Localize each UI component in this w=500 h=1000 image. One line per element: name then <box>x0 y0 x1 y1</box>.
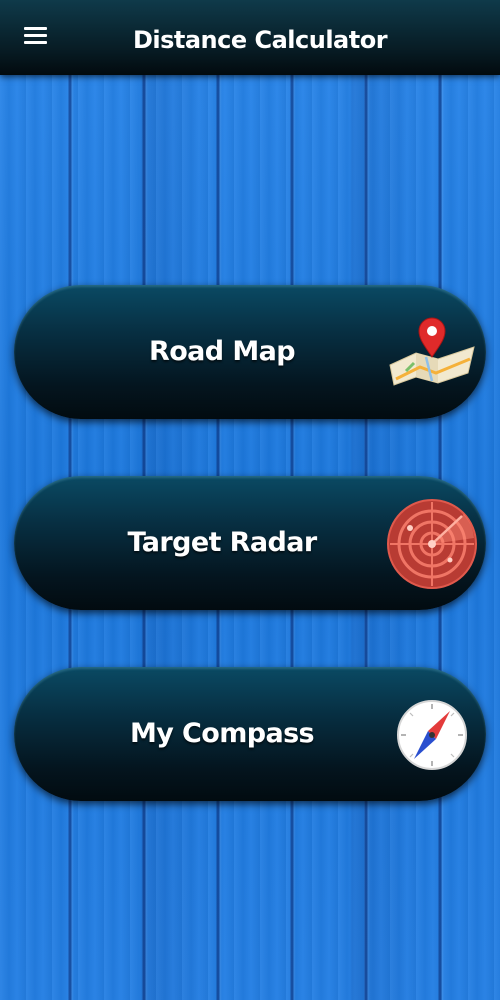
my-compass-label: My Compass <box>129 718 315 749</box>
compass-icon <box>397 700 467 770</box>
target-radar-button[interactable]: Target Radar <box>14 476 486 610</box>
road-map-label: Road Map <box>149 336 296 367</box>
my-compass-button[interactable]: My Compass <box>14 667 486 801</box>
page-title: Distance Calculator <box>132 26 388 54</box>
radar-icon <box>387 499 477 589</box>
app-bar: Distance Calculator <box>0 0 500 75</box>
target-radar-label: Target Radar <box>127 527 317 558</box>
road-map-icon <box>389 317 475 386</box>
road-map-button[interactable]: Road Map <box>14 285 486 419</box>
hamburger-menu-icon[interactable] <box>18 20 54 52</box>
